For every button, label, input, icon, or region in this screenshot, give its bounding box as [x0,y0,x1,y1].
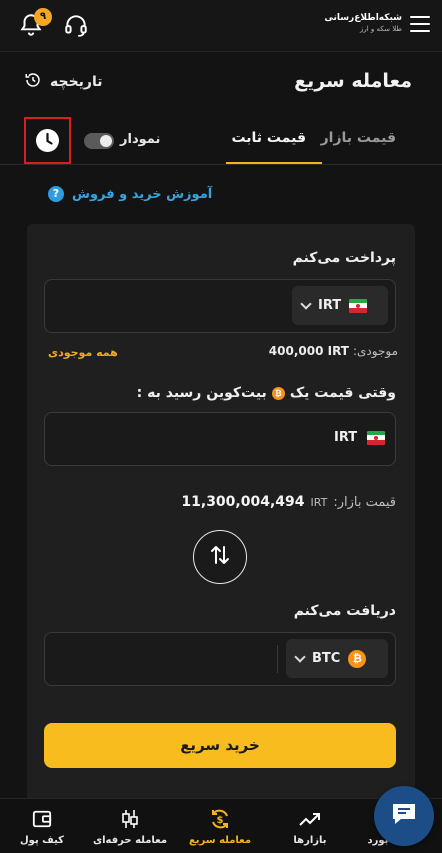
market-price-value: 11,300,004,494 [181,494,305,510]
toggle-knob [100,135,112,147]
nav-item-pro-trade[interactable]: معامله حرفه‌ای [88,807,172,846]
trend-icon [268,807,352,831]
tutorial-link[interactable]: ? آموزش خرید و فروش [48,186,212,202]
nav-label-pro-trade: معامله حرفه‌ای [92,835,168,846]
balance-row: موجودی: 400,000 IRT [269,344,398,358]
input-divider [277,645,278,673]
help-icon: ? [48,186,64,202]
history-link[interactable]: تاریخچه [24,71,103,93]
target-currency-code: IRT [334,430,358,445]
receive-currency-select[interactable]: BTC ₿ [286,639,388,678]
nav-label-quick-trade: معامله سریع [188,835,252,846]
brand-line2: طلا سکه و ارز [360,25,402,33]
pay-currency-select[interactable]: IRT [292,286,388,325]
swap-button[interactable] [193,530,247,584]
tutorial-label: آموزش خرید و فروش [72,186,213,202]
market-price-row: قیمت بازار: IRT 11,300,004,494 [181,494,396,510]
market-price-unit: IRT [310,496,328,509]
brand-logo: شبکه‌اطلاع‌رسانی طلا سکه و ارز [312,12,402,40]
tab-fixed-price[interactable]: قیمت ثابت [231,130,306,146]
receive-label: دریافت می‌کنم [293,603,396,619]
bitcoin-icon: ₿ [271,386,285,400]
pay-label: پرداخت می‌کنم [292,250,396,266]
receive-currency-code: BTC [312,651,341,666]
nav-item-markets[interactable]: بازارها [268,807,352,846]
candles-icon [88,807,172,831]
chart-toggle[interactable] [84,133,114,149]
swap-arrows-icon [210,544,230,570]
balance-label: موجودی: [352,344,398,358]
tab-market-price[interactable]: قیمت بازار [321,130,396,146]
nav-label-markets: بازارها [293,835,327,846]
chart-toggle-label: نمودار [120,132,161,147]
pay-currency-code: IRT [318,298,342,313]
nav-item-quick-trade[interactable]: $ معامله سریع [178,807,262,846]
quick-buy-button[interactable]: خرید سریع [44,723,396,768]
nav-item-wallet[interactable]: کیف پول [0,807,84,846]
chat-support-button[interactable] [374,786,434,846]
menu-icon[interactable] [410,16,430,34]
page-title: معامله سریع [294,70,412,92]
svg-text:$: $ [217,815,224,826]
iran-flag-icon [349,298,368,313]
nav-label-wallet: کیف پول [20,835,64,846]
price-when-text-before: وقتی قیمت یک [289,385,396,401]
chevron-down-icon [294,650,306,663]
price-when-text-after: بیت‌کوین رسید به : [136,385,267,401]
clock-icon [36,129,59,152]
market-price-label: قیمت بازار: [333,495,396,510]
history-label: تاریخچه [50,74,103,90]
target-price-currency: IRT [334,430,386,445]
quick-trade-icon: $ [178,807,262,831]
all-balance-link[interactable]: همه موجودی [48,346,118,359]
iran-flag-icon [367,430,386,445]
price-when-label: وقتی قیمت یک ₿ بیت‌کوین رسید به : [137,385,396,401]
history-icon [24,71,42,93]
support-headset-icon[interactable] [62,12,90,38]
brand-line1: شبکه‌اطلاع‌رسانی [324,13,402,23]
notification-badge: ۹ [34,8,52,26]
bitcoin-icon: ₿ [348,649,367,668]
chevron-down-icon [300,297,312,310]
clock-button[interactable] [24,117,71,164]
balance-value: 400,000 IRT [268,344,349,358]
tab-divider [0,164,442,165]
wallet-icon [0,807,84,831]
chat-bubble-icon [389,800,419,832]
